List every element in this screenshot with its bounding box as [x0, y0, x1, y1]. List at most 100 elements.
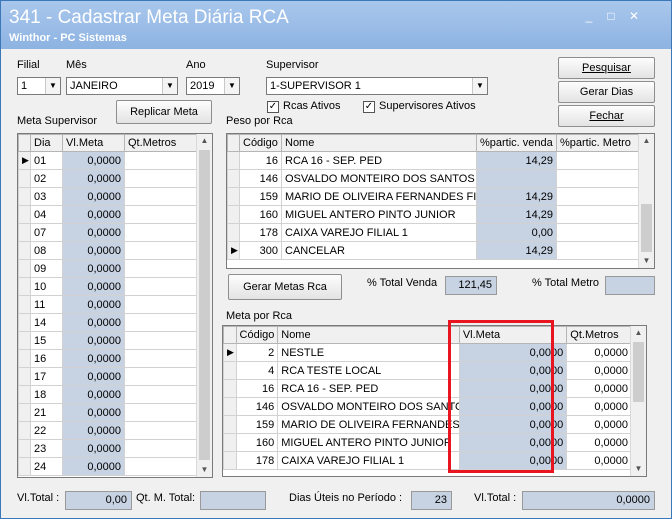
cell-vl-meta[interactable]: 0,0000 [62, 241, 125, 260]
cell-dia[interactable]: 15 [30, 331, 63, 350]
table-row[interactable]: ▶ 300 CANCELAR 14,29 [227, 241, 639, 260]
cell-qt-metros[interactable] [124, 241, 199, 260]
cell-codigo[interactable]: 159 [235, 415, 279, 434]
scroll-thumb[interactable] [633, 342, 644, 402]
cell-codigo[interactable]: 300 [239, 241, 282, 260]
cell-venda[interactable]: 14,29 [476, 187, 557, 206]
cell-dia[interactable]: 02 [30, 169, 63, 188]
cell-venda[interactable]: 14,29 [476, 205, 557, 224]
chevron-down-icon[interactable]: ▼ [45, 78, 60, 94]
scroll-thumb[interactable] [199, 150, 210, 460]
cell-dia[interactable]: 22 [30, 421, 63, 440]
col-qt-metros[interactable]: Qt.Metros [566, 326, 632, 344]
cell-dia[interactable]: 17 [30, 367, 63, 386]
cell-qt-metros[interactable] [124, 151, 199, 170]
cell-vl-meta[interactable]: 0,0000 [62, 349, 125, 368]
table-row[interactable]: 22 0,0000 [18, 421, 199, 440]
cell-venda[interactable]: 0,00 [476, 223, 557, 242]
cell-venda[interactable]: 14,29 [476, 241, 557, 260]
cell-dia[interactable]: 11 [30, 295, 63, 314]
table-row[interactable]: 14 0,0000 [18, 313, 199, 332]
cell-codigo[interactable]: 160 [239, 205, 282, 224]
table-row[interactable]: 16 RCA 16 - SEP. PED 0,0000 0,0000 [223, 379, 632, 398]
cell-vl-meta[interactable]: 0,0000 [62, 403, 125, 422]
cell-vl-meta[interactable]: 0,0000 [62, 187, 125, 206]
cell-nome[interactable]: MIGUEL ANTERO PINTO JUNIOR [281, 205, 477, 224]
meta-por-rca-grid[interactable]: Código Nome Vl.Meta Qt.Metros ▶ 2 NESTLE 0,… [222, 325, 647, 477]
cell-qt-metros[interactable]: 0,0000 [566, 433, 632, 452]
maximize-icon[interactable]: □ [603, 9, 619, 23]
table-row[interactable]: 07 0,0000 [18, 223, 199, 242]
meta-supervisor-scrollbar[interactable]: ▲ ▼ [196, 134, 212, 477]
supervisor-select[interactable]: 1-SUPERVISOR 1 ▼ [266, 77, 488, 95]
cell-qt-metros[interactable] [124, 259, 199, 278]
table-row[interactable]: 146 OSVALDO MONTEIRO DOS SANTOS [227, 169, 639, 188]
cell-nome[interactable]: RCA TESTE LOCAL [277, 361, 460, 380]
scroll-up-icon[interactable]: ▲ [631, 326, 646, 340]
cell-dia[interactable]: 21 [30, 403, 63, 422]
meta-supervisor-grid[interactable]: Dia Vl.Meta Qt.Metros ▶ 01 0,0000 02 0,0000… [17, 133, 213, 478]
cell-qt-metros[interactable] [124, 457, 199, 476]
cell-vl-meta[interactable]: 0,0000 [62, 457, 125, 476]
scroll-down-icon[interactable]: ▼ [639, 254, 654, 268]
col-dia[interactable]: Dia [30, 134, 63, 152]
col-nome[interactable]: Nome [277, 326, 460, 344]
table-row[interactable]: 146 OSVALDO MONTEIRO DOS SANTOS 0,0000 0,00… [223, 397, 632, 416]
table-row[interactable]: 4 RCA TESTE LOCAL 0,0000 0,0000 [223, 361, 632, 380]
cell-dia[interactable]: 08 [30, 241, 63, 260]
cell-codigo[interactable]: 178 [235, 451, 279, 470]
col-codigo[interactable]: Código [239, 134, 282, 152]
pesquisar-button[interactable]: Pesquisar [558, 57, 655, 79]
chevron-down-icon[interactable]: ▼ [162, 78, 177, 94]
table-row[interactable]: 178 CAIXA VAREJO FILIAL 1 0,0000 0,0000 [223, 451, 632, 470]
table-row[interactable]: ▶ 01 0,0000 [18, 151, 199, 170]
cell-codigo[interactable]: 159 [239, 187, 282, 206]
cell-nome[interactable]: CAIXA VAREJO FILIAL 1 [277, 451, 460, 470]
cell-dia[interactable]: 14 [30, 313, 63, 332]
cell-qt-metros[interactable] [124, 349, 199, 368]
cell-vl-meta[interactable]: 0,0000 [458, 361, 568, 380]
minimize-icon[interactable]: _ [581, 9, 597, 23]
table-row[interactable]: 15 0,0000 [18, 331, 199, 350]
table-row[interactable]: 02 0,0000 [18, 169, 199, 188]
cell-nome[interactable]: CANCELAR [281, 241, 477, 260]
cell-qt-metros[interactable] [124, 169, 199, 188]
cell-qt-metros[interactable] [124, 367, 199, 386]
cell-codigo[interactable]: 178 [239, 223, 282, 242]
table-row[interactable]: 21 0,0000 [18, 403, 199, 422]
table-row[interactable]: 159 MARIO DE OLIVEIRA FERNANDES F 0,0000 0,… [223, 415, 632, 434]
cell-qt-metros[interactable] [124, 223, 199, 242]
cell-qt-metros[interactable]: 0,0000 [566, 415, 632, 434]
cell-dia[interactable]: 10 [30, 277, 63, 296]
table-row[interactable]: 16 RCA 16 - SEP. PED 14,29 [227, 151, 639, 170]
cell-qt-metros[interactable] [124, 331, 199, 350]
cell-codigo[interactable]: 4 [235, 361, 279, 380]
col-codigo[interactable]: Código [235, 326, 279, 344]
rcas-ativos-checkbox[interactable]: ✓ [267, 101, 279, 113]
cell-dia[interactable]: 23 [30, 439, 63, 458]
cell-vl-meta[interactable]: 0,0000 [62, 169, 125, 188]
table-row[interactable]: 10 0,0000 [18, 277, 199, 296]
table-row[interactable]: 17 0,0000 [18, 367, 199, 386]
scroll-up-icon[interactable]: ▲ [639, 134, 654, 148]
cell-vl-meta[interactable]: 0,0000 [458, 397, 568, 416]
cell-vl-meta[interactable]: 0,0000 [62, 259, 125, 278]
gerar-metas-rca-button[interactable]: Gerar Metas Rca [228, 274, 342, 300]
cell-qt-metros[interactable]: 0,0000 [566, 379, 632, 398]
cell-metro[interactable] [556, 151, 639, 170]
ano-select[interactable]: 2019 ▼ [186, 77, 240, 95]
cell-qt-metros[interactable] [124, 295, 199, 314]
cell-nome[interactable]: OSVALDO MONTEIRO DOS SANTOS [277, 397, 460, 416]
table-row[interactable]: 08 0,0000 [18, 241, 199, 260]
cell-nome[interactable]: MARIO DE OLIVEIRA FERNANDES F [277, 415, 460, 434]
scroll-up-icon[interactable]: ▲ [197, 134, 212, 148]
cell-metro[interactable] [556, 223, 639, 242]
cell-vl-meta[interactable]: 0,0000 [62, 151, 125, 170]
table-row[interactable]: 160 MIGUEL ANTERO PINTO JUNIOR 14,29 [227, 205, 639, 224]
cell-dia[interactable]: 03 [30, 187, 63, 206]
cell-codigo[interactable]: 16 [239, 151, 282, 170]
cell-vl-meta[interactable]: 0,0000 [62, 385, 125, 404]
mes-select[interactable]: JANEIRO ▼ [66, 77, 178, 95]
col-qt-metros[interactable]: Qt.Metros [124, 134, 199, 152]
chevron-down-icon[interactable]: ▼ [472, 78, 487, 94]
